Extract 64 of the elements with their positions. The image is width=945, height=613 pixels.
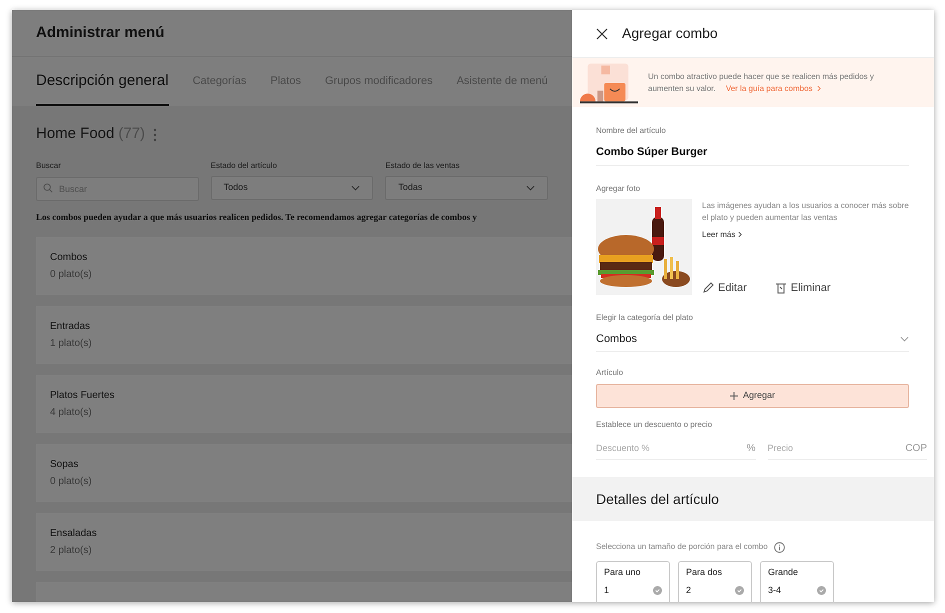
tab[interactable]: Descripción general xyxy=(36,57,169,106)
dish-count: 0 plato(s) xyxy=(50,268,93,282)
category-name: Sopas xyxy=(50,458,80,472)
field-label: Artículo xyxy=(596,367,624,379)
category-name: Combos xyxy=(50,251,88,265)
category-card[interactable]: Sopas 0 plato(s) xyxy=(36,444,572,502)
category-card[interactable]: Combos 0 plato(s) xyxy=(36,237,572,295)
close-icon[interactable] xyxy=(596,28,608,40)
dish-count: 0 plato(s) xyxy=(50,475,93,489)
dropdown[interactable]: Todas xyxy=(385,176,548,200)
section-title: Detalles del artículo xyxy=(596,490,719,508)
category-name: Platos Fuertes xyxy=(50,389,116,403)
chevron-down-icon xyxy=(351,184,360,190)
portion-option[interactable]: Para dos 2 xyxy=(678,561,752,602)
plus-icon xyxy=(730,392,738,400)
dish-count: 4 plato(s) xyxy=(50,406,93,420)
store-name: Home Food xyxy=(36,124,114,144)
filter-label: Estado de las ventas xyxy=(385,160,461,172)
delete-button[interactable]: Eliminar xyxy=(774,280,830,296)
filter-label: Estado del artículo xyxy=(210,160,278,172)
field-label: Selecciona un tamaño de porción para el combo xyxy=(596,541,768,553)
category-card[interactable]: Ensaladas 2 plato(s) xyxy=(36,513,572,571)
check-icon xyxy=(735,586,744,595)
page-title: Administrar menú xyxy=(36,22,164,43)
field-label: Nombre del artículo xyxy=(596,125,667,137)
chevron-down-icon xyxy=(900,336,909,342)
guide-link[interactable]: Ver la guía para combos xyxy=(726,84,821,92)
unit-label: COP xyxy=(905,442,927,456)
chevron-right-icon xyxy=(816,84,821,92)
more-icon[interactable] xyxy=(153,128,158,142)
photo-hint: Las imágenes ayudan a los usuarios a conocer más sobre el plato y pueden aumentar las ventas xyxy=(702,200,909,224)
name-field[interactable]: Combo Súper Burger xyxy=(596,144,909,166)
drawer-title: Agregar combo xyxy=(622,24,718,43)
discount-field[interactable]: Descuento % xyxy=(596,442,747,458)
unit-label: % xyxy=(746,442,756,456)
category-name: Entradas xyxy=(50,320,92,334)
dropdown[interactable]: Todos xyxy=(210,176,374,200)
field-label: Elegir la categoría del plato xyxy=(596,312,694,324)
edit-button[interactable]: Editar xyxy=(702,280,747,296)
field-label: Establece un descuento o precio xyxy=(596,419,714,431)
category-dropdown[interactable]: Combos xyxy=(596,330,909,352)
chevron-down-icon xyxy=(526,184,536,190)
chevron-right-icon xyxy=(738,231,742,238)
dish-count: 2 plato(s) xyxy=(50,544,93,558)
add-button[interactable]: Agregar xyxy=(596,384,909,408)
banner-text: Un combo atractivo puede hacer que se realicen más pedidos y aumenten su valor. Ver la guía para combos xyxy=(648,70,875,94)
field-label: Agregar foto xyxy=(596,182,642,194)
search-icon xyxy=(43,182,53,192)
category-card[interactable]: Entradas 1 plato(s) xyxy=(36,306,572,364)
filter-label: Buscar xyxy=(36,160,62,172)
shopping-bag-drawing xyxy=(580,60,638,104)
pencil-icon xyxy=(702,282,714,294)
category-name: Ensaladas xyxy=(50,527,98,541)
check-icon xyxy=(817,586,826,595)
category-card[interactable]: Platos Fuertes 4 plato(s) xyxy=(36,375,572,433)
check-icon xyxy=(653,586,662,595)
notice-text: Los combos pueden ayudar a que más usuarios realicen pedidos. Te recomendamos agregar categorías de combos y xyxy=(36,210,478,224)
dish-count: 1 plato(s) xyxy=(50,337,93,351)
info-icon[interactable] xyxy=(774,542,785,552)
trash-icon xyxy=(774,282,787,294)
price-field[interactable]: Precio xyxy=(768,442,906,458)
read-more-link[interactable]: Leer más xyxy=(702,228,742,240)
portion-option[interactable]: Grande 3-4 xyxy=(760,561,834,602)
portion-option[interactable]: Para uno 1 xyxy=(596,561,670,602)
